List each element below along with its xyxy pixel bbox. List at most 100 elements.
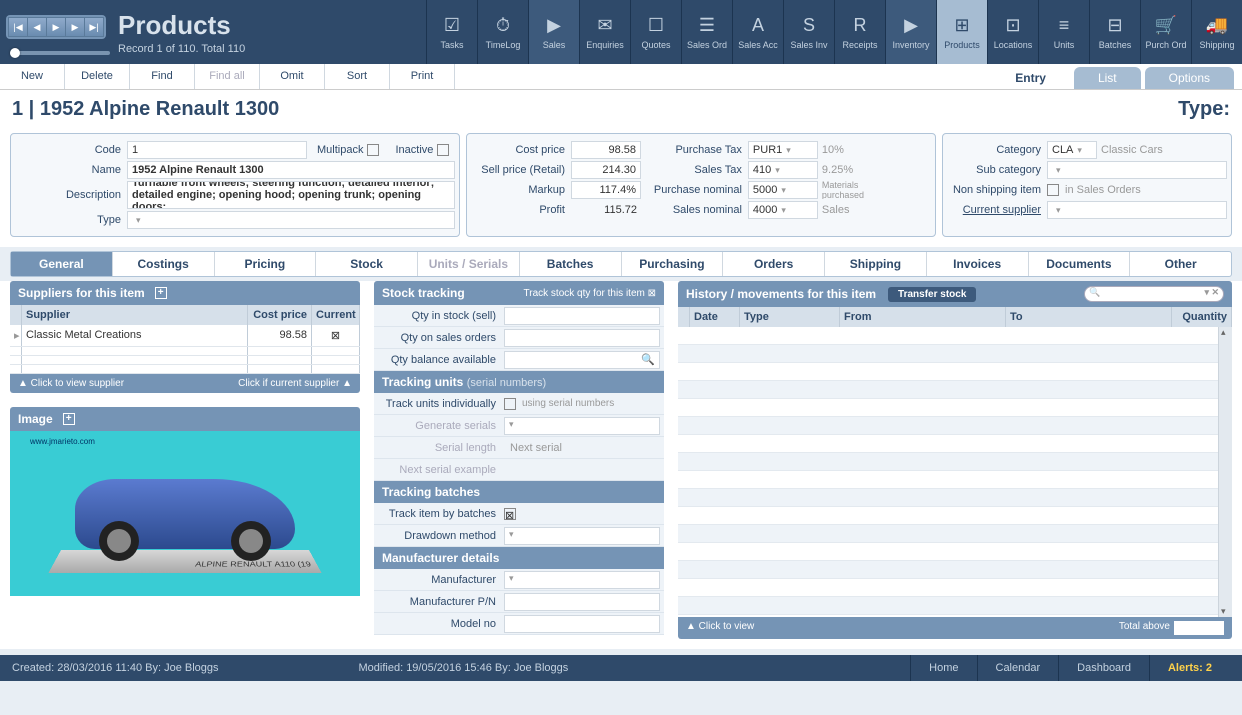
nav-prev[interactable]: ◀ [27, 17, 47, 37]
action-find-all[interactable]: Find all [195, 64, 260, 89]
module-inventory[interactable]: ▶Inventory [885, 0, 936, 64]
history-row[interactable] [678, 417, 1232, 435]
suppliers-foot-left[interactable]: ▲ Click to view supplier [18, 378, 124, 389]
history-row[interactable] [678, 597, 1232, 615]
tab-orders[interactable]: Orders [723, 252, 825, 276]
name-field[interactable]: 1952 Alpine Renault 1300 [127, 161, 455, 179]
history-row[interactable] [678, 327, 1232, 345]
supplier-row[interactable]: ▸ Classic Metal Creations 98.58 ⊠ [10, 325, 360, 347]
alerts-button[interactable]: Alerts: 2 [1149, 655, 1230, 681]
home-button[interactable]: Home [910, 655, 976, 681]
supplier-row[interactable] [10, 365, 360, 374]
stax-field[interactable]: 410 [748, 161, 818, 179]
suppliers-foot-right[interactable]: Click if current supplier ▲ [238, 378, 352, 389]
action-new[interactable]: New [0, 64, 65, 89]
history-search[interactable] [1084, 286, 1224, 302]
history-row[interactable] [678, 345, 1232, 363]
pnom-field[interactable]: 5000 [748, 181, 818, 199]
tab-options[interactable]: Options [1145, 67, 1234, 89]
nav-next[interactable]: ▶ [46, 17, 66, 37]
track-batch-checkbox[interactable]: ⊠ [504, 508, 516, 520]
multipack-checkbox[interactable] [367, 144, 379, 156]
action-omit[interactable]: Omit [260, 64, 325, 89]
qty-stock-field[interactable] [504, 307, 660, 325]
module-tasks[interactable]: ☑Tasks [426, 0, 477, 64]
tab-entry[interactable]: Entry [991, 67, 1070, 89]
module-units[interactable]: ≡Units [1038, 0, 1089, 64]
product-image[interactable]: www.jmarieto.com ALPINE RENAULT A110 (19 [10, 431, 360, 596]
add-supplier-icon[interactable]: + [155, 287, 167, 299]
history-row[interactable] [678, 507, 1232, 525]
nav-next2[interactable]: ▶ [65, 17, 85, 37]
transfer-stock-button[interactable]: Transfer stock [888, 287, 976, 302]
nav-last[interactable]: ▶| [84, 17, 104, 37]
tab-shipping[interactable]: Shipping [825, 252, 927, 276]
track-ind-checkbox[interactable] [504, 398, 516, 410]
qty-orders-field[interactable] [504, 329, 660, 347]
action-find[interactable]: Find [130, 64, 195, 89]
model-field[interactable] [504, 615, 660, 633]
ptax-field[interactable]: PUR1 [748, 141, 818, 159]
type-field[interactable] [127, 211, 455, 229]
action-print[interactable]: Print [390, 64, 455, 89]
history-row[interactable] [678, 579, 1232, 597]
tab-other[interactable]: Other [1130, 252, 1231, 276]
tab-list[interactable]: List [1074, 67, 1141, 89]
tab-costings[interactable]: Costings [113, 252, 215, 276]
manuf-pn-field[interactable] [504, 593, 660, 611]
drawdown-field[interactable] [504, 527, 660, 545]
module-receipts[interactable]: RReceipts [834, 0, 885, 64]
module-locations[interactable]: ⊡Locations [987, 0, 1038, 64]
stock-hint[interactable]: Track stock qty for this item ⊠ [524, 288, 656, 299]
nav-first[interactable]: |◀ [8, 17, 28, 37]
tab-invoices[interactable]: Invoices [927, 252, 1029, 276]
dashboard-button[interactable]: Dashboard [1058, 655, 1149, 681]
module-shipping[interactable]: 🚚Shipping [1191, 0, 1242, 64]
module-quotes[interactable]: ☐Quotes [630, 0, 681, 64]
snom-field[interactable]: 4000 [748, 201, 818, 219]
action-sort[interactable]: Sort [325, 64, 390, 89]
action-delete[interactable]: Delete [65, 64, 130, 89]
module-timelog[interactable]: ⏱TimeLog [477, 0, 528, 64]
markup-field[interactable]: 117.4% [571, 181, 641, 199]
category-field[interactable]: CLA [1047, 141, 1097, 159]
module-products[interactable]: ⊞Products [936, 0, 987, 64]
manuf-field[interactable] [504, 571, 660, 589]
supplier-row[interactable] [10, 356, 360, 365]
record-slider[interactable] [10, 51, 110, 55]
desc-field[interactable]: Turnable front wheels; steering function… [127, 181, 455, 209]
history-row[interactable] [678, 435, 1232, 453]
tab-purchasing[interactable]: Purchasing [622, 252, 724, 276]
history-row[interactable] [678, 399, 1232, 417]
tab-general[interactable]: General [11, 252, 113, 276]
cost-field[interactable]: 98.58 [571, 141, 641, 159]
history-row[interactable] [678, 453, 1232, 471]
module-sales-inv[interactable]: SSales Inv [783, 0, 834, 64]
gen-serials-field[interactable] [504, 417, 660, 435]
history-row[interactable] [678, 543, 1232, 561]
tab-units-serials[interactable]: Units / Serials [418, 252, 520, 276]
add-image-icon[interactable]: + [63, 413, 75, 425]
search-icon[interactable]: 🔍 [641, 353, 655, 366]
history-foot-left[interactable]: ▲ Click to view [686, 621, 754, 635]
module-purch-ord[interactable]: 🛒Purch Ord [1140, 0, 1191, 64]
subcategory-field[interactable] [1047, 161, 1227, 179]
inactive-checkbox[interactable] [437, 144, 449, 156]
history-row[interactable] [678, 525, 1232, 543]
history-row[interactable] [678, 561, 1232, 579]
calendar-button[interactable]: Calendar [977, 655, 1059, 681]
tab-stock[interactable]: Stock [316, 252, 418, 276]
code-field[interactable]: 1 [127, 141, 307, 159]
tab-documents[interactable]: Documents [1029, 252, 1131, 276]
module-sales-ord[interactable]: ☰Sales Ord [681, 0, 732, 64]
current-supplier-field[interactable] [1047, 201, 1227, 219]
history-row[interactable] [678, 489, 1232, 507]
current-supplier-link[interactable]: Current supplier [947, 204, 1047, 216]
module-batches[interactable]: ⊟Batches [1089, 0, 1140, 64]
nonship-checkbox[interactable] [1047, 184, 1059, 196]
history-row[interactable] [678, 471, 1232, 489]
history-row[interactable] [678, 363, 1232, 381]
scrollbar[interactable] [1218, 327, 1232, 617]
qty-balance-field[interactable]: 🔍 [504, 351, 660, 369]
module-enquiries[interactable]: ✉Enquiries [579, 0, 630, 64]
